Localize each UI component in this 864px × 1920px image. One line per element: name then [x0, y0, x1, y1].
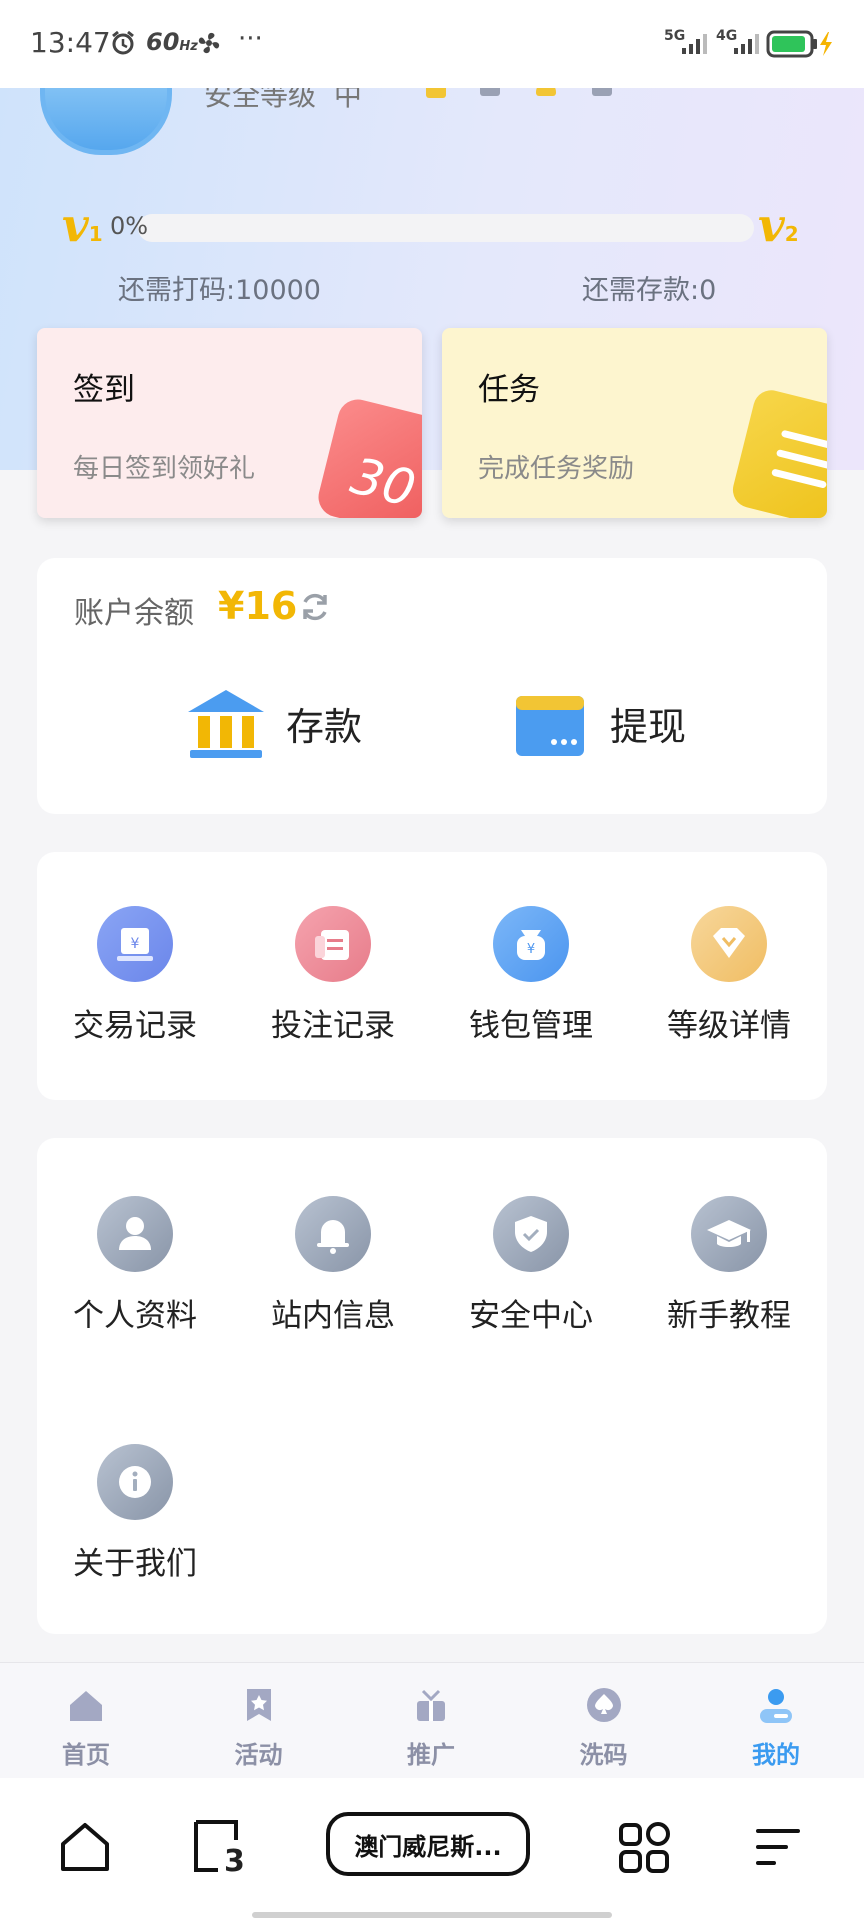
tab-label: 推广 [407, 1741, 455, 1769]
vip-progress-bar [138, 214, 754, 242]
deposit-button[interactable]: 存款 [186, 684, 386, 764]
svg-text:¥: ¥ [527, 942, 535, 957]
services-label: 个人资料 [73, 1298, 197, 1334]
menu-icon[interactable] [754, 1826, 802, 1868]
apps-grid-icon[interactable] [618, 1822, 670, 1874]
wallet-icon: ¥ [493, 906, 569, 982]
tab-spade[interactable]: 洗码 [544, 1663, 664, 1779]
bottom-tab-bar: 首页 活动 推广 洗码 我的 [0, 1662, 864, 1779]
shield-icon [493, 1196, 569, 1272]
need-bet-text: 还需打码:10000 [118, 275, 321, 306]
records-label: 交易记录 [73, 1008, 197, 1044]
records-label: 等级详情 [667, 1008, 791, 1044]
current-app-tab[interactable]: 澳门威尼斯... [326, 1812, 530, 1876]
balance-label: 账户余额 [74, 596, 194, 631]
records-label: 投注记录 [271, 1008, 395, 1044]
bell-icon [295, 1196, 371, 1272]
transaction-icon: ¥ [97, 906, 173, 982]
records-item-2[interactable]: ¥ 钱包管理 [446, 906, 616, 1045]
gift-icon [417, 1689, 445, 1721]
services-label: 安全中心 [469, 1298, 593, 1334]
tab-label: 我的 [752, 1741, 800, 1769]
status-time: 13:47 [30, 26, 111, 59]
refresh-rate: 60Hz [146, 28, 198, 56]
star-bookmark-icon [246, 1689, 271, 1721]
records-item-1[interactable]: 投注记录 [248, 906, 418, 1045]
services-label: 新手教程 [667, 1298, 791, 1334]
calendar-icon: 30 [314, 395, 422, 518]
services-item-3[interactable]: 新手教程 [644, 1196, 814, 1335]
need-deposit-text: 还需存款:0 [582, 275, 717, 306]
tab-home[interactable]: 首页 [26, 1663, 146, 1779]
withdraw-button[interactable]: 提现 [514, 684, 714, 764]
vip-current-level: v1 [62, 198, 103, 252]
task-subtitle: 完成任务奖励 [478, 454, 635, 484]
home-icon [70, 1691, 102, 1721]
vip-progress-text: 0% [110, 212, 149, 240]
fan-icon [198, 32, 220, 54]
services-item-4[interactable]: 关于我们 [50, 1444, 220, 1583]
diamond-icon [691, 906, 767, 982]
spade-icon [586, 1688, 621, 1722]
balance-value: ¥16 [218, 584, 298, 628]
tab-label: 首页 [62, 1741, 110, 1769]
task-title: 任务 [478, 372, 540, 408]
services-item-0[interactable]: 个人资料 [50, 1196, 220, 1335]
signal-icon-2 [734, 34, 759, 54]
card-icon [516, 696, 584, 756]
tab-profile[interactable]: 我的 [716, 1663, 836, 1779]
more-notifications: ··· [238, 24, 263, 54]
services-item-2[interactable]: 安全中心 [446, 1196, 616, 1335]
records-item-0[interactable]: ¥ 交易记录 [50, 906, 220, 1045]
vip-next-level: v2 [758, 198, 799, 252]
user-icon [97, 1196, 173, 1272]
tab-label: 洗码 [579, 1741, 628, 1769]
services-item-1[interactable]: 站内信息 [248, 1196, 418, 1335]
services-label: 关于我们 [73, 1546, 197, 1582]
records-label: 钱包管理 [469, 1008, 593, 1044]
checkin-subtitle: 每日签到领好礼 [73, 454, 256, 484]
current-app-label: 澳门威尼斯... [354, 1832, 502, 1861]
tab-star-bookmark[interactable]: 活动 [199, 1663, 319, 1779]
records-item-3[interactable]: 等级详情 [644, 906, 814, 1045]
bet-record-icon [295, 906, 371, 982]
info-icon [97, 1444, 173, 1520]
tab-label: 活动 [234, 1741, 283, 1769]
bank-icon [188, 690, 264, 758]
services-label: 站内信息 [271, 1298, 395, 1334]
checkin-card[interactable]: 签到 每日签到领好礼 30 [37, 328, 422, 518]
graduation-cap-icon [691, 1196, 767, 1272]
system-navigation-bar: 3 澳门威尼斯... [0, 1778, 864, 1920]
svg-text:¥: ¥ [131, 936, 140, 952]
refresh-icon[interactable] [298, 590, 332, 624]
withdraw-label: 提现 [610, 705, 687, 749]
deposit-label: 存款 [286, 705, 363, 749]
alarm-icon [112, 30, 134, 55]
tab-count: 3 [224, 1844, 245, 1879]
home-indicator [252, 1912, 612, 1918]
signal-icon [682, 34, 707, 54]
task-list-icon [729, 386, 827, 518]
home-nav-icon[interactable] [58, 1820, 112, 1874]
battery-icon [766, 30, 832, 58]
tab-gift[interactable]: 推广 [371, 1663, 491, 1779]
profile-icon [760, 1689, 792, 1723]
checkin-title: 签到 [73, 372, 135, 408]
task-card[interactable]: 任务 完成任务奖励 [442, 328, 827, 518]
status-bar: 13:47 60Hz ··· 5G 4G [0, 0, 864, 88]
